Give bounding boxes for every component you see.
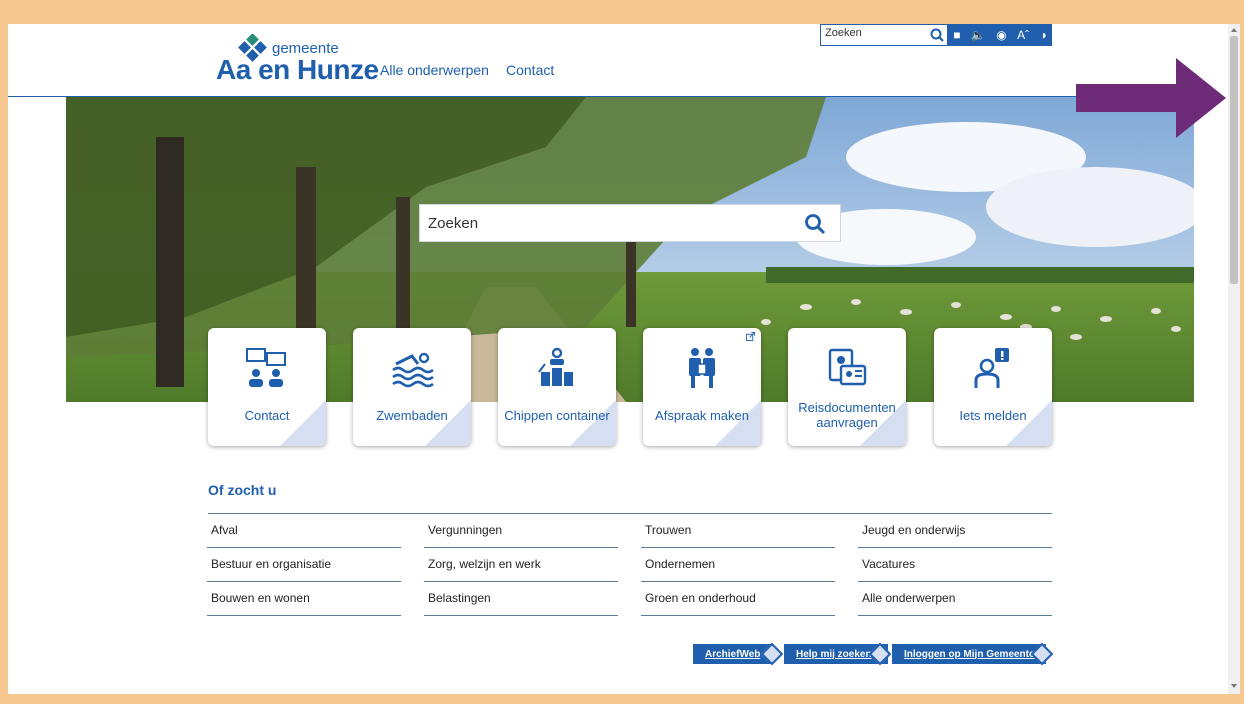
search-icon[interactable] <box>929 27 945 43</box>
tile-label: Contact <box>244 408 290 423</box>
top-search-field[interactable]: Zoeken <box>820 24 948 46</box>
tile-contact[interactable]: Contact <box>208 328 326 446</box>
link-alle-onderwerpen[interactable]: Alle onderwerpen <box>858 582 1052 616</box>
tile-zwembaden[interactable]: Zwembaden <box>353 328 471 446</box>
link-vergunningen[interactable]: Vergunningen <box>424 514 618 548</box>
search-icon[interactable] <box>804 213 826 235</box>
tile-corner-decoration <box>715 400 761 446</box>
tile-corner-decoration <box>425 400 471 446</box>
tile-corner-decoration <box>570 400 616 446</box>
scroll-up-icon[interactable] <box>1230 26 1238 34</box>
contrast-icon[interactable]: ◑ <box>1040 28 1047 42</box>
nav-contact[interactable]: Contact <box>506 62 554 78</box>
tile-corner-decoration <box>280 400 326 446</box>
speaker-icon[interactable]: 🔈 <box>971 28 986 42</box>
tile-chippen-container[interactable]: Chippen container <box>498 328 616 446</box>
appointment-icon <box>689 348 715 388</box>
link-trouwen[interactable]: Trouwen <box>641 514 835 548</box>
link-bestuur-en-organisatie[interactable]: Bestuur en organisatie <box>207 548 401 582</box>
passport-icon <box>828 348 867 386</box>
link-bouwen-en-wonen[interactable]: Bouwen en wonen <box>207 582 401 616</box>
annotation-arrow-icon <box>1076 58 1226 138</box>
inloggen-mijn-gemeente-button[interactable]: Inloggen op Mijn Gemeente <box>892 644 1046 664</box>
chat-people-icon <box>246 348 286 387</box>
scrollbar-thumb[interactable] <box>1230 36 1238 284</box>
report-icon <box>974 348 1009 388</box>
tile-afspraak-maken[interactable]: Afspraak maken <box>643 328 761 446</box>
accessibility-toolbar: ■ 🔈 ◉ Aˆ ◑ <box>948 24 1052 46</box>
link-groen-en-onderhoud[interactable]: Groen en onderhoud <box>641 582 835 616</box>
tile-label: Afspraak maken <box>655 408 749 423</box>
tile-reisdocumenten-aanvragen[interactable]: Reisdocumenten aanvragen <box>788 328 906 446</box>
flag-icon[interactable]: ■ <box>953 28 960 42</box>
browser-viewport: gemeente Aa en Hunze Alle onderwerpen Co… <box>8 24 1240 694</box>
top-search-input[interactable]: Zoeken <box>825 27 862 39</box>
nav-alle-onderwerpen[interactable]: Alle onderwerpen <box>380 62 489 78</box>
link-belastingen[interactable]: Belastingen <box>424 582 618 616</box>
container-icon <box>538 347 573 386</box>
link-ondernemen[interactable]: Ondernemen <box>641 548 835 582</box>
font-size-icon[interactable]: Aˆ <box>1017 28 1029 42</box>
link-jeugd-en-onderwijs[interactable]: Jeugd en onderwijs <box>858 514 1052 548</box>
hero-search-input[interactable]: Zoeken <box>428 215 478 232</box>
scroll-down-icon[interactable] <box>1230 682 1238 690</box>
hero-search-field[interactable]: Zoeken <box>419 204 841 242</box>
link-vacatures[interactable]: Vacatures <box>858 548 1052 582</box>
tile-iets-melden[interactable]: Iets melden <box>934 328 1052 446</box>
link-afval[interactable]: Afval <box>207 514 401 548</box>
section-title: Of zocht u <box>208 482 277 498</box>
tile-label: Zwembaden <box>376 408 448 423</box>
eye-icon[interactable]: ◉ <box>996 28 1006 42</box>
link-zorg-welzijn-en-werk[interactable]: Zorg, welzijn en werk <box>424 548 618 582</box>
swimmer-icon <box>392 352 434 388</box>
external-link-icon <box>746 332 755 341</box>
tile-label: Reisdocumenten aanvragen <box>798 400 896 430</box>
tile-label: Chippen container <box>504 408 610 423</box>
logo-title[interactable]: Aa en Hunze <box>216 54 379 86</box>
tile-label: Iets melden <box>959 408 1027 423</box>
tile-corner-decoration <box>1006 400 1052 446</box>
